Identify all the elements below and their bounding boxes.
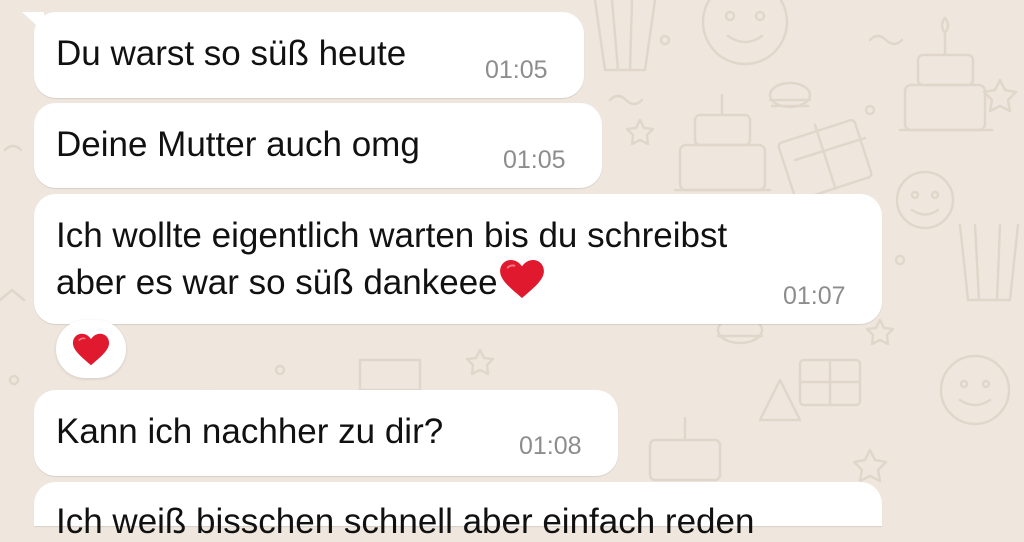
reaction-badge[interactable] bbox=[56, 320, 126, 378]
message-bubble[interactable]: Du warst so süß heute 01:05 bbox=[22, 12, 584, 98]
message-text: Ich weiß bisschen schnell aber einfach r… bbox=[56, 502, 755, 541]
chat-area[interactable]: Du warst so süß heute 01:05 Deine Mutter… bbox=[0, 0, 1024, 541]
message-text: Kann ich nachher zu dir? bbox=[56, 412, 444, 451]
message-text: Deine Mutter auch omg bbox=[56, 125, 420, 164]
message-text: aber es war so süß dankeee bbox=[56, 263, 498, 302]
message-text-line-2: aber es war so süß dankeee bbox=[56, 259, 545, 303]
message-timestamp: 01:08 bbox=[519, 432, 582, 460]
message-timestamp: 01:05 bbox=[503, 146, 566, 174]
bubble-tail bbox=[22, 12, 44, 32]
message-bubble[interactable]: Ich weiß bisschen schnell aber einfach r… bbox=[34, 482, 882, 541]
message-bubble[interactable]: Ich wollte eigentlich warten bis du schr… bbox=[34, 194, 882, 324]
message-timestamp: 01:07 bbox=[783, 282, 846, 310]
message-bubble[interactable]: Deine Mutter auch omg 01:05 bbox=[34, 103, 602, 188]
red-heart-icon bbox=[499, 259, 544, 299]
message-text: Du warst so süß heute bbox=[56, 34, 407, 73]
red-heart-icon bbox=[72, 333, 110, 365]
message-timestamp: 01:05 bbox=[485, 56, 548, 84]
message-text-line-1: Ich wollte eigentlich warten bis du schr… bbox=[56, 216, 728, 255]
message-bubble[interactable]: Kann ich nachher zu dir? 01:08 bbox=[34, 390, 618, 476]
